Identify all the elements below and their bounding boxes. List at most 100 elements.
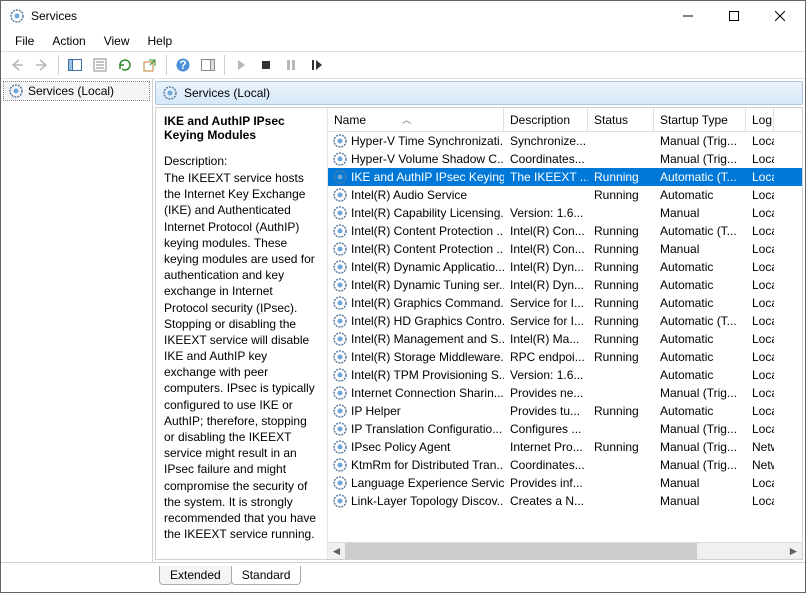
service-startup: Automatic (T... [654, 170, 746, 184]
service-icon [332, 205, 348, 221]
service-startup: Automatic [654, 332, 746, 346]
service-row[interactable]: Hyper-V Volume Shadow C...Coordinates...… [328, 150, 802, 168]
stop-service-button[interactable] [254, 53, 278, 77]
detail-service-name: IKE and AuthIP IPsec Keying Modules [164, 114, 319, 142]
service-icon [332, 169, 348, 185]
properties-button[interactable] [88, 53, 112, 77]
detail-desc-text: The IKEEXT service hosts the Internet Ke… [164, 170, 319, 542]
svg-text:?: ? [179, 58, 186, 72]
service-logon: Netw [746, 458, 774, 472]
tab-extended[interactable]: Extended [159, 566, 232, 585]
service-startup: Automatic [654, 188, 746, 202]
service-desc: Creates a N... [504, 494, 588, 508]
service-desc: Synchronize... [504, 134, 588, 148]
col-status[interactable]: Status [588, 108, 654, 131]
service-row[interactable]: Intel(R) Management and S...Intel(R) Ma.… [328, 330, 802, 348]
tab-standard[interactable]: Standard [231, 566, 302, 585]
refresh-button[interactable] [113, 53, 137, 77]
service-desc: Intel(R) Ma... [504, 332, 588, 346]
export-button[interactable] [138, 53, 162, 77]
service-status: Running [588, 242, 654, 256]
service-startup: Automatic [654, 350, 746, 364]
service-status: Running [588, 314, 654, 328]
service-startup: Automatic [654, 296, 746, 310]
start-service-button[interactable] [229, 53, 253, 77]
service-desc: Version: 1.6... [504, 206, 588, 220]
service-row[interactable]: Language Experience ServiceProvides inf.… [328, 474, 802, 492]
tree-root-item[interactable]: Services (Local) [3, 81, 150, 101]
service-icon [332, 349, 348, 365]
back-button[interactable] [5, 53, 29, 77]
service-status: Running [588, 440, 654, 454]
horizontal-scrollbar[interactable]: ◄ ► [328, 542, 802, 559]
col-startup-type[interactable]: Startup Type [654, 108, 746, 131]
service-row[interactable]: Hyper-V Time Synchronizati...Synchronize… [328, 132, 802, 150]
service-name-label: Intel(R) Management and S... [351, 332, 504, 346]
service-row[interactable]: Intel(R) Content Protection ...Intel(R) … [328, 240, 802, 258]
panel-header: Services (Local) [155, 81, 803, 105]
service-row[interactable]: Intel(R) Audio ServiceRunningAutomaticLo… [328, 186, 802, 204]
forward-button[interactable] [30, 53, 54, 77]
service-row[interactable]: IP Translation Configuratio...Configures… [328, 420, 802, 438]
service-row[interactable]: Intel(R) Dynamic Applicatio...Intel(R) D… [328, 258, 802, 276]
service-row[interactable]: Intel(R) Storage Middleware...RPC endpoi… [328, 348, 802, 366]
restart-service-button[interactable] [304, 53, 328, 77]
service-startup: Manual [654, 242, 746, 256]
menu-help[interactable]: Help [140, 32, 181, 50]
column-headers: Name︿ Description Status Startup Type Lo… [328, 108, 802, 132]
service-row[interactable]: IKE and AuthIP IPsec Keying...The IKEEXT… [328, 168, 802, 186]
scroll-thumb[interactable] [345, 543, 697, 560]
scroll-right-icon[interactable]: ► [785, 543, 802, 560]
service-row[interactable]: Internet Connection Sharin...Provides ne… [328, 384, 802, 402]
menu-view[interactable]: View [96, 32, 138, 50]
service-startup: Automatic (T... [654, 224, 746, 238]
service-desc: Version: 1.6... [504, 368, 588, 382]
col-name[interactable]: Name︿ [328, 108, 504, 131]
service-desc: RPC endpoi... [504, 350, 588, 364]
service-icon [332, 277, 348, 293]
menu-file[interactable]: File [7, 32, 42, 50]
help-button[interactable]: ? [171, 53, 195, 77]
service-row[interactable]: Intel(R) Content Protection ...Intel(R) … [328, 222, 802, 240]
service-row[interactable]: Intel(R) TPM Provisioning S...Version: 1… [328, 366, 802, 384]
minimize-button[interactable] [665, 1, 711, 31]
service-row[interactable]: Intel(R) Dynamic Tuning ser...Intel(R) D… [328, 276, 802, 294]
service-icon [332, 403, 348, 419]
menu-action[interactable]: Action [44, 32, 93, 50]
service-desc: Intel(R) Con... [504, 224, 588, 238]
service-name-label: IKE and AuthIP IPsec Keying... [351, 170, 504, 184]
service-row[interactable]: KtmRm for Distributed Tran...Coordinates… [328, 456, 802, 474]
service-row[interactable]: Intel(R) Capability Licensing...Version:… [328, 204, 802, 222]
service-row[interactable]: IPsec Policy AgentInternet Pro...Running… [328, 438, 802, 456]
col-log-on-as[interactable]: Log [746, 108, 774, 131]
service-name-label: Intel(R) TPM Provisioning S... [351, 368, 504, 382]
service-row[interactable]: IP HelperProvides tu...RunningAutomaticL… [328, 402, 802, 420]
maximize-button[interactable] [711, 1, 757, 31]
service-logon: Loca [746, 386, 774, 400]
service-status: Running [588, 224, 654, 238]
close-button[interactable] [757, 1, 803, 31]
service-logon: Loca [746, 134, 774, 148]
show-hide-tree-button[interactable] [63, 53, 87, 77]
service-row[interactable]: Intel(R) Graphics Command...Service for … [328, 294, 802, 312]
service-icon [332, 313, 348, 329]
service-status: Running [588, 170, 654, 184]
service-logon: Loca [746, 188, 774, 202]
service-icon [332, 493, 348, 509]
service-startup: Manual (Trig... [654, 386, 746, 400]
pause-service-button[interactable] [279, 53, 303, 77]
service-list: Name︿ Description Status Startup Type Lo… [328, 108, 802, 559]
service-logon: Loca [746, 260, 774, 274]
service-desc: Internet Pro... [504, 440, 588, 454]
service-icon [332, 295, 348, 311]
service-logon: Loca [746, 296, 774, 310]
tree-root-label: Services (Local) [28, 84, 114, 98]
service-row[interactable]: Link-Layer Topology Discov...Creates a N… [328, 492, 802, 510]
col-description[interactable]: Description [504, 108, 588, 131]
action-pane-button[interactable] [196, 53, 220, 77]
service-desc: Coordinates... [504, 458, 588, 472]
toolbar: ? [1, 51, 805, 79]
service-row[interactable]: Intel(R) HD Graphics Contro...Service fo… [328, 312, 802, 330]
service-startup: Automatic [654, 404, 746, 418]
scroll-left-icon[interactable]: ◄ [328, 543, 345, 560]
